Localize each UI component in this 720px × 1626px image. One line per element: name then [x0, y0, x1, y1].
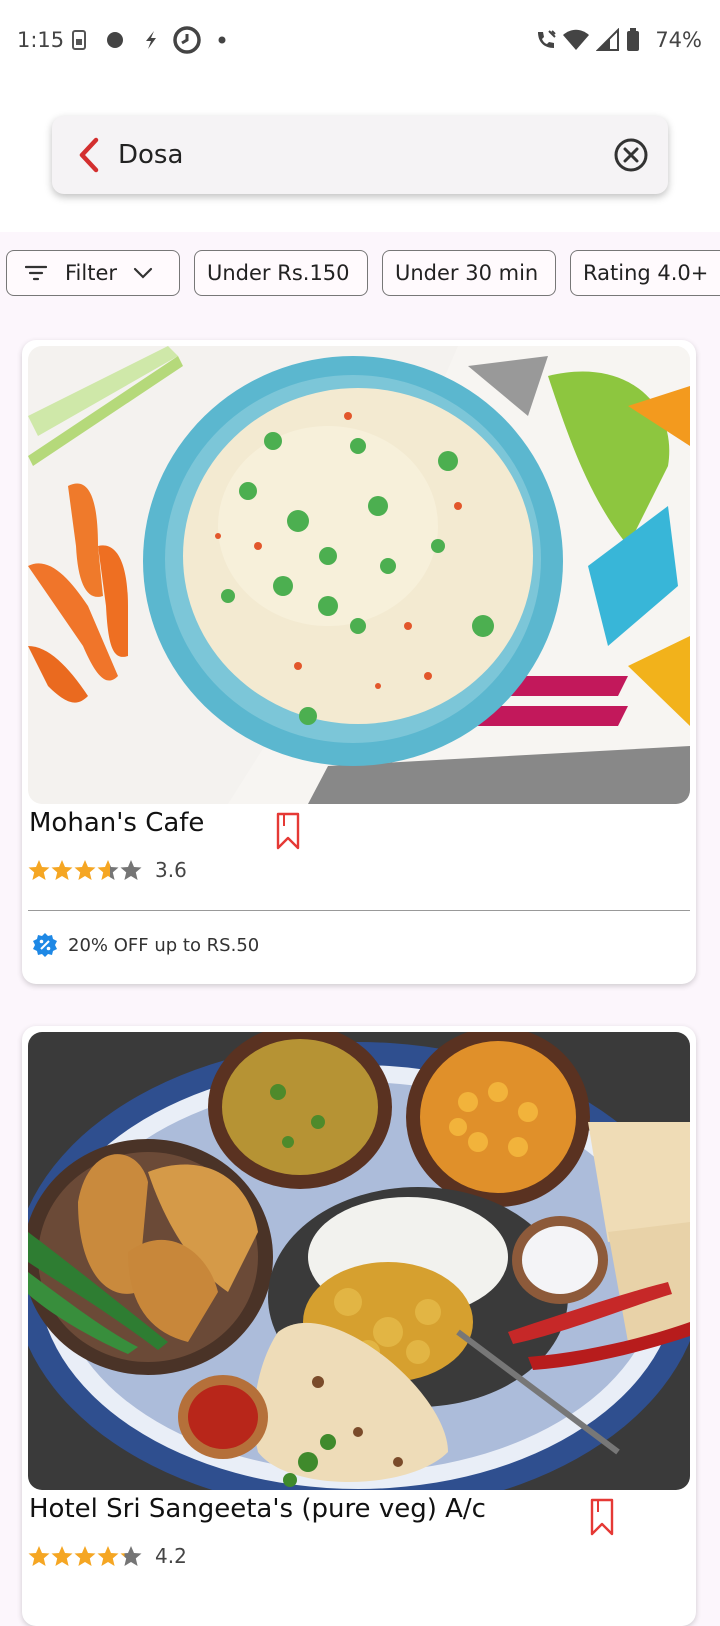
sim-card-icon	[72, 28, 86, 52]
chip-label: Under 30 min	[395, 261, 539, 285]
star-icon	[120, 860, 142, 880]
search-input[interactable]: Dosa	[118, 140, 183, 170]
clock-app-icon	[173, 26, 201, 54]
chevron-down-icon	[133, 267, 153, 279]
signal-icon	[596, 28, 620, 52]
star-icon	[51, 1546, 73, 1566]
clear-search-button[interactable]	[612, 136, 650, 174]
bookmark-icon[interactable]	[276, 812, 300, 850]
clear-circle-icon	[614, 138, 648, 172]
chip-label: Under Rs.150	[207, 261, 350, 285]
back-button[interactable]	[72, 136, 108, 174]
wifi-icon	[562, 28, 590, 52]
restaurant-image	[28, 1032, 690, 1490]
status-time: 1:15	[17, 28, 65, 52]
rating-value: 4.2	[155, 1544, 187, 1568]
restaurant-image	[28, 346, 690, 804]
rating-stars: 3.6	[28, 858, 187, 882]
star-icon	[74, 860, 96, 880]
search-bar[interactable]: Dosa	[52, 116, 668, 194]
divider	[28, 910, 690, 911]
restaurant-name[interactable]: Mohan's Cafe	[29, 808, 204, 838]
battery-icon	[626, 28, 640, 52]
filter-icon	[25, 265, 47, 281]
filter-chip-label: Filter	[65, 261, 118, 285]
dot-icon	[106, 28, 124, 52]
rating-4-chip[interactable]: Rating 4.0+	[570, 250, 720, 296]
star-icon	[120, 1546, 142, 1566]
small-dot-icon	[218, 28, 226, 52]
bolt-icon	[142, 28, 160, 52]
status-bar: 1:15 74%	[0, 0, 720, 82]
restaurant-card[interactable]: Hotel Sri Sangeeta's (pure veg) A/c 4.2	[22, 1026, 696, 1626]
star-icon	[97, 860, 119, 880]
rating-stars: 4.2	[28, 1544, 187, 1568]
chevron-left-icon	[79, 137, 99, 173]
battery-percent: 74%	[655, 28, 702, 52]
bookmark-icon[interactable]	[590, 1498, 614, 1536]
offer-row: 20% OFF up to RS.50	[32, 932, 259, 958]
star-icon	[74, 1546, 96, 1566]
star-icon	[97, 1546, 119, 1566]
offer-text: 20% OFF up to RS.50	[68, 934, 260, 956]
search-header: Dosa	[0, 82, 720, 232]
filter-chips: Filter Under Rs.150 Under 30 min Rating …	[0, 248, 720, 302]
discount-badge-icon	[33, 933, 57, 957]
rating-value: 3.6	[155, 858, 187, 882]
star-icon	[28, 1546, 50, 1566]
chip-label: Rating 4.0+	[583, 261, 709, 285]
star-icon	[51, 860, 73, 880]
restaurant-card[interactable]: Mohan's Cafe 3.6 20% OFF up to RS.50	[22, 340, 696, 984]
restaurant-name[interactable]: Hotel Sri Sangeeta's (pure veg) A/c	[29, 1494, 486, 1524]
star-icon	[28, 860, 50, 880]
filter-chip[interactable]: Filter	[6, 250, 180, 296]
under-30-min-chip[interactable]: Under 30 min	[382, 250, 556, 296]
vibrate-call-icon	[534, 28, 558, 52]
under-150-chip[interactable]: Under Rs.150	[194, 250, 368, 296]
